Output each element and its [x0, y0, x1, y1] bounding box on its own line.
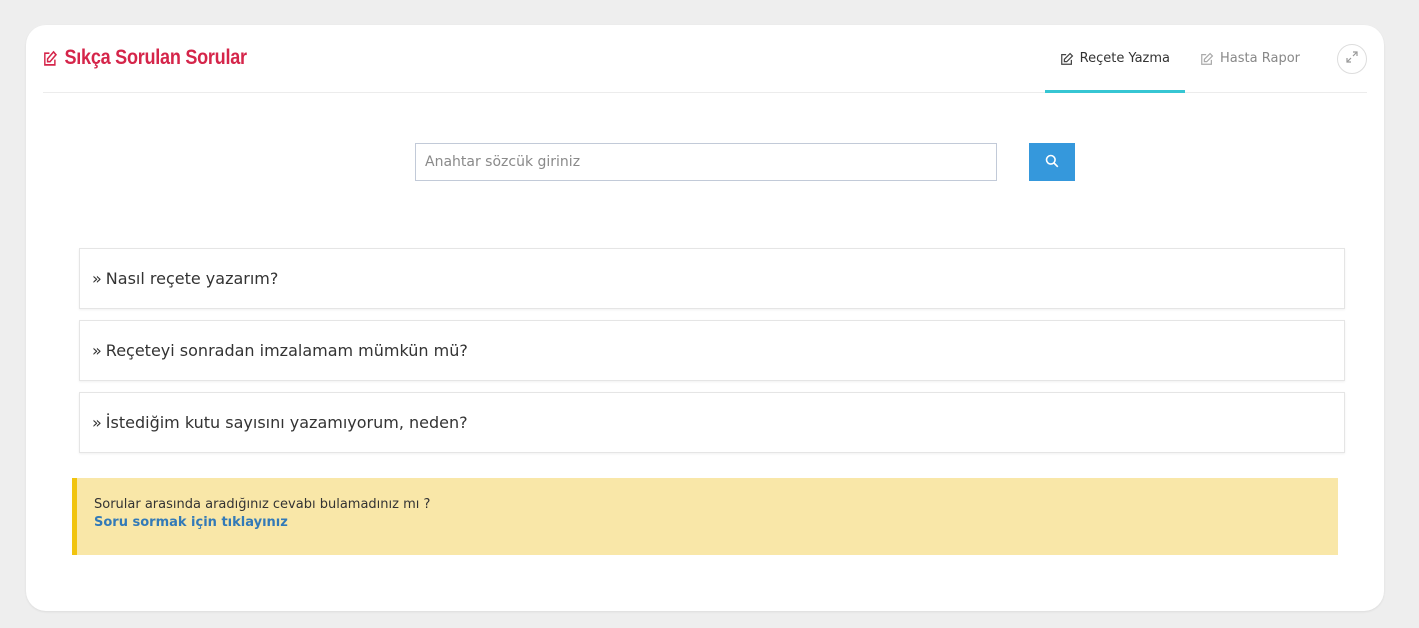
double-chevron-right-icon: » [92, 413, 102, 432]
faq-list: » Nasıl reçete yazarım? » Reçeteyi sonra… [79, 248, 1345, 464]
search-icon [1045, 154, 1059, 171]
tab-label: Reçete Yazma [1079, 51, 1171, 66]
faq-item[interactable]: » İstediğim kutu sayısını yazamıyorum, n… [79, 392, 1345, 453]
fullscreen-button[interactable] [1337, 44, 1367, 74]
ask-question-link[interactable]: Soru sormak için tıklayınız [94, 515, 288, 530]
card-header: Sıkça Sorulan Sorular Reçete Yazma Hasta… [43, 25, 1367, 93]
notice-text: Sorular arasında aradığınız cevabı bulam… [94, 497, 431, 512]
double-chevron-right-icon: » [92, 341, 102, 360]
faq-item[interactable]: » Nasıl reçete yazarım? [79, 248, 1345, 309]
search-button[interactable] [1029, 143, 1075, 181]
faq-card: Sıkça Sorulan Sorular Reçete Yazma Hasta… [26, 25, 1384, 611]
page-title: Sıkça Sorulan Sorular [43, 46, 247, 70]
double-chevron-right-icon: » [92, 269, 102, 288]
edit-icon [1060, 52, 1074, 66]
page-title-text: Sıkça Sorulan Sorular [64, 46, 248, 69]
tab-hasta-rapor[interactable]: Hasta Rapor [1185, 25, 1315, 92]
expand-icon [1346, 50, 1358, 68]
faq-item[interactable]: » Reçeteyi sonradan imzalamam mümkün mü? [79, 320, 1345, 381]
edit-icon [1200, 52, 1214, 66]
tabs: Reçete Yazma Hasta Rapor [1044, 25, 1315, 93]
faq-question: Reçeteyi sonradan imzalamam mümkün mü? [105, 341, 468, 360]
search-input[interactable] [415, 143, 997, 181]
edit-icon [43, 50, 58, 67]
search-row [415, 143, 1075, 181]
tab-recete-yazma[interactable]: Reçete Yazma [1044, 25, 1186, 93]
help-notice: Sorular arasında aradığınız cevabı bulam… [72, 478, 1338, 555]
faq-question: Nasıl reçete yazarım? [105, 269, 279, 288]
faq-question: İstediğim kutu sayısını yazamıyorum, ned… [105, 413, 468, 432]
tab-label: Hasta Rapor [1220, 51, 1300, 66]
